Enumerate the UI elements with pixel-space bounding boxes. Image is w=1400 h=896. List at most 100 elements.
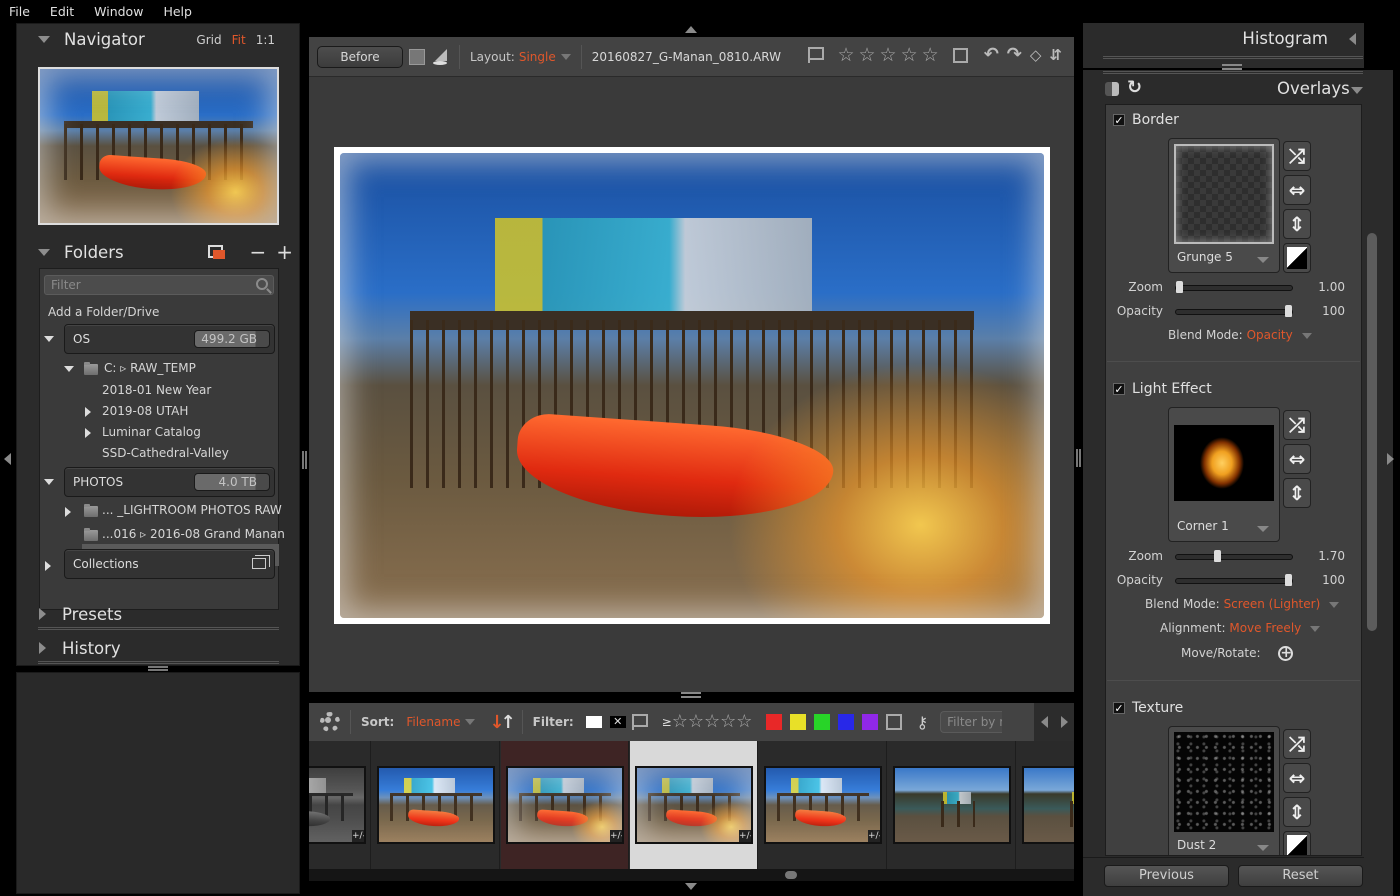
folder-raw-temp[interactable]: C: ▹ RAW_TEMP [104,361,196,375]
folder-lightroom-raw[interactable]: ... _LIGHTROOM PHOTOS RAW [102,503,282,517]
flip-vertical-icon[interactable]: ⇕ [1283,797,1311,827]
collapse-left-panel-icon[interactable] [4,453,11,465]
texture-checkbox[interactable]: ✓ [1113,702,1125,714]
invert-icon[interactable] [1283,243,1311,273]
filmstrip-item[interactable] [1017,741,1074,869]
border-opacity-slider[interactable] [1175,305,1293,317]
slider-knob[interactable] [1176,281,1183,293]
folder-item[interactable]: 2018-01 New Year [102,383,211,397]
flag-icon[interactable] [807,46,825,64]
left-splitter-handle[interactable] [302,451,307,469]
blend-mode-value[interactable]: Screen (Lighter) [1224,597,1321,611]
rating-star-1[interactable]: ☆ [837,46,854,65]
filmstrip-item[interactable]: +/- [630,741,758,869]
navigator-header[interactable]: Navigator Grid Fit 1:1 [17,24,301,54]
flip-vertical-icon[interactable]: ⇵ [1049,46,1062,64]
light-zoom-slider[interactable] [1175,550,1293,562]
filmstrip-item[interactable] [888,741,1016,869]
slider-knob[interactable] [1214,550,1222,562]
expand-collections-icon[interactable] [45,561,51,571]
expand-raw-temp-icon[interactable] [64,366,74,372]
nav-mode-grid[interactable]: Grid [196,33,221,47]
filmstrip-item[interactable]: +/- [759,741,887,869]
chevron-down-icon[interactable] [1329,602,1340,608]
collapse-top-icon[interactable] [685,26,697,33]
flip-horizontal-icon[interactable]: ⇔ [1283,444,1311,474]
filter-star-3[interactable]: ☆ [704,713,720,731]
folders-header[interactable]: Folders − + [17,237,301,267]
folder-item[interactable]: Luminar Catalog [102,425,201,439]
sort-direction-icon[interactable]: ↓↑ [489,712,515,733]
shuffle-icon[interactable]: ⤮ [1283,141,1311,171]
chevron-down-icon[interactable] [1257,845,1269,851]
light-alignment[interactable]: Alignment: Move Freely [1160,621,1321,635]
expand-folder-icon[interactable] [65,507,71,517]
filter-color-red[interactable] [766,714,783,730]
light-effect-checkbox[interactable]: ✓ [1113,383,1125,395]
compare-toggle[interactable] [409,48,425,65]
filmstrip-filter-input[interactable]: Filter by m [940,711,1003,733]
expand-os-icon[interactable] [44,336,54,342]
expand-folder-icon[interactable] [85,407,91,417]
border-blend-mode[interactable]: Blend Mode: Opacity [1168,328,1312,342]
navigator-preview[interactable] [38,67,279,225]
light-texture-picker[interactable]: Corner 1 [1168,407,1280,542]
flip-vertical-icon[interactable]: ⇕ [1283,478,1311,508]
filmstrip-item[interactable] [372,741,500,869]
alignment-value[interactable]: Move Freely [1229,621,1301,635]
menu-window[interactable]: Window [94,4,143,19]
nav-mode-fit[interactable]: Fit [232,33,246,47]
light-blend-mode[interactable]: Blend Mode: Screen (Lighter) [1145,597,1340,611]
filter-flagged-icon[interactable] [585,716,602,728]
scrollbar-thumb[interactable] [785,871,797,879]
slider-knob[interactable] [1285,305,1292,317]
filmstrip-item[interactable]: +/- [501,741,629,869]
shuffle-icon[interactable]: ⤮ [1283,729,1311,759]
presets-header[interactable]: Presets [17,599,301,629]
rotate-left-icon[interactable]: ↶ [984,46,999,64]
rating-star-3[interactable]: ☆ [880,46,897,65]
key-icon[interactable]: ⚷ [916,713,928,732]
filter-color-green[interactable] [814,714,831,730]
border-zoom-slider[interactable] [1175,281,1293,293]
drive-os[interactable]: OS 499.2 GB [64,324,275,354]
menu-file[interactable]: File [9,4,30,19]
rotate-right-icon[interactable]: ↷ [1007,46,1022,64]
new-folder-icon[interactable] [208,245,226,259]
flip-horizontal-icon[interactable]: ◇ [1030,46,1042,64]
folder-item[interactable]: SSD-Cathedral-Valley [102,446,229,460]
filter-star-1[interactable]: ☆ [672,713,688,731]
filter-color-none[interactable] [886,714,903,730]
chevron-down-icon[interactable] [1257,257,1269,263]
folder-grand-manan[interactable]: ...016 ▹ 2016-08 Grand Manan [102,527,285,541]
chevron-down-icon[interactable] [1301,333,1312,339]
add-folder-icon[interactable]: + [276,242,293,262]
previous-button[interactable]: Previous [1104,865,1229,887]
flip-vertical-icon[interactable]: ⇕ [1283,209,1311,239]
filter-color-blue[interactable] [838,714,855,730]
split-view-icon[interactable] [433,48,449,65]
filter-star-4[interactable]: ☆ [720,713,736,731]
filter-star-2[interactable]: ☆ [688,713,704,731]
folder-filter-input[interactable]: Filter [44,275,274,295]
main-image[interactable] [334,147,1050,624]
prev-arrow-icon[interactable] [1040,716,1048,728]
overlays-scrollbar[interactable] [1367,233,1377,631]
shuffle-icon[interactable]: ⤮ [1283,410,1311,440]
folder-item[interactable]: 2019-08 UTAH [102,404,188,418]
filter-color-yellow[interactable] [790,714,807,730]
invert-icon[interactable] [1283,831,1311,855]
rating-star-2[interactable]: ☆ [859,46,876,65]
flip-horizontal-icon[interactable]: ⇔ [1283,175,1311,205]
reset-button[interactable]: Reset [1238,865,1363,887]
before-button[interactable]: Before [317,45,403,68]
expand-histogram-icon[interactable] [1349,33,1356,45]
texture-picker[interactable]: Dust 2 [1168,726,1280,855]
filmstrip-scrollbar[interactable] [309,869,1074,881]
border-checkbox[interactable]: ✓ [1113,114,1125,126]
chevron-down-icon[interactable] [465,719,476,725]
collections-row[interactable]: Collections [64,549,275,579]
slider-knob[interactable] [1285,574,1292,586]
expand-photos-icon[interactable] [44,479,54,485]
compare-icon[interactable] [1105,82,1119,96]
